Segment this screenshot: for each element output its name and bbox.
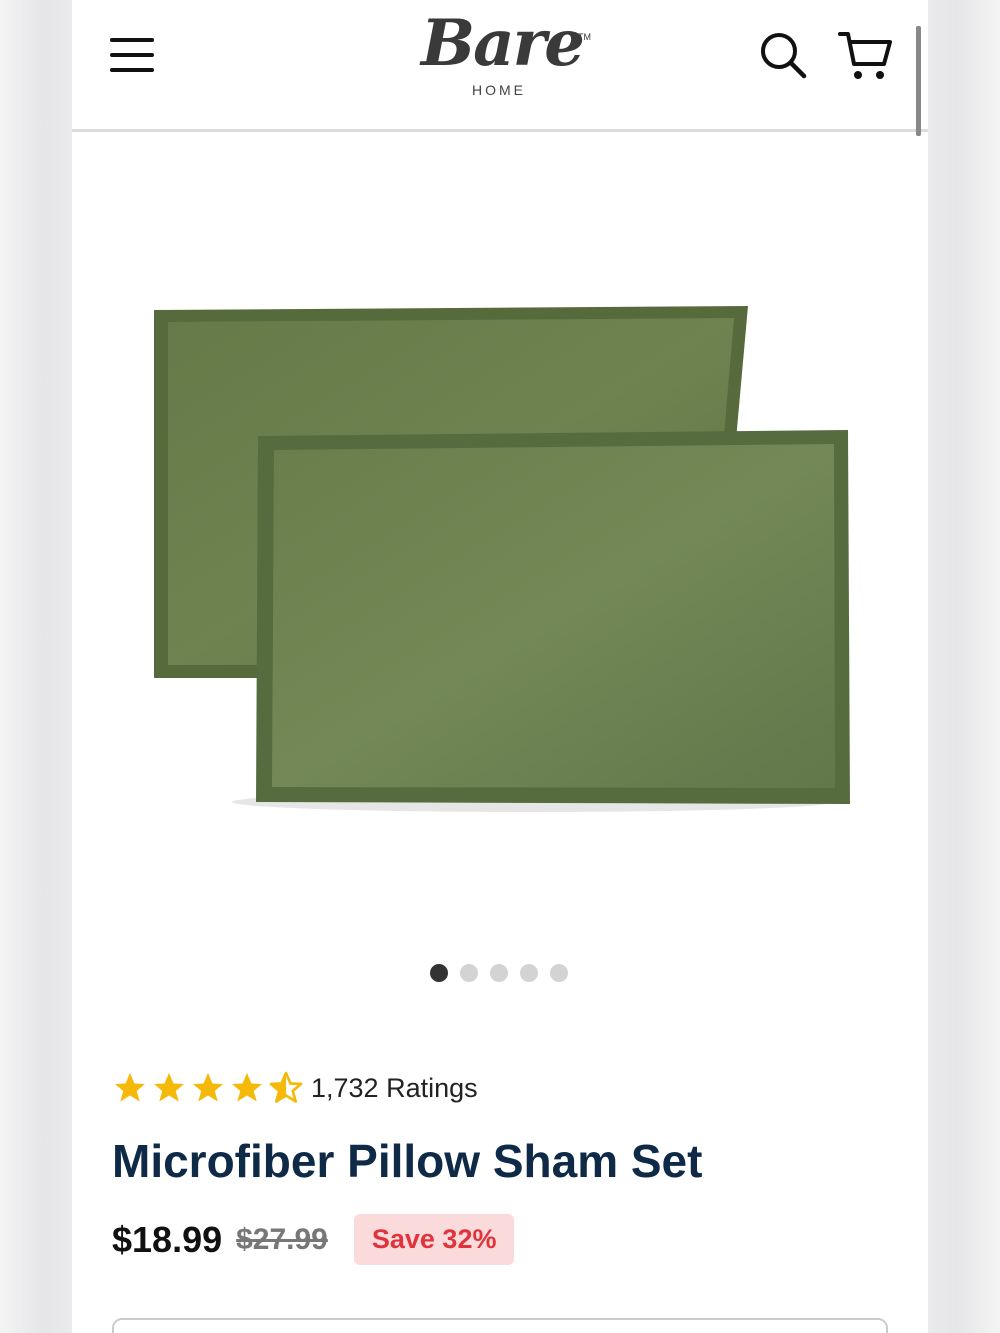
- carousel-dot[interactable]: [550, 964, 568, 982]
- star-icon: [232, 1073, 262, 1102]
- rating-count: 1,732 Ratings: [311, 1072, 478, 1103]
- carousel-dot[interactable]: [460, 964, 478, 982]
- current-price: $18.99: [112, 1218, 223, 1260]
- original-price: $27.99: [236, 1222, 328, 1256]
- brand-logo[interactable]: Bare TM HOME: [392, 6, 612, 106]
- carousel-dot[interactable]: [520, 964, 538, 982]
- star-icon: [193, 1073, 223, 1102]
- background-right: [928, 0, 1000, 1333]
- cart-icon[interactable]: [838, 28, 894, 82]
- star-icon: [115, 1073, 145, 1102]
- logo-subtitle: HOME: [472, 82, 526, 98]
- scrollbar[interactable]: [916, 26, 921, 136]
- product-page: Bare TM HOME 1,732 Ratings Microfiber Pi…: [72, 0, 928, 1333]
- save-badge: Save 32%: [353, 1214, 515, 1265]
- hamburger-menu-icon[interactable]: [110, 38, 154, 74]
- carousel-dot[interactable]: [430, 964, 448, 982]
- site-header: Bare TM HOME: [72, 0, 928, 136]
- carousel-dot[interactable]: [490, 964, 508, 982]
- background-left: [0, 0, 72, 1333]
- product-image[interactable]: [132, 290, 872, 820]
- half-star-icon: [269, 1071, 303, 1103]
- product-title: Microfiber Pillow Sham Set: [112, 1135, 703, 1187]
- star-icon: [154, 1073, 184, 1102]
- logo-wordmark: Bare: [421, 6, 585, 81]
- front-pillow: [256, 430, 850, 804]
- price-row: $18.99 $27.99 Save 32%: [112, 1214, 515, 1265]
- options-box[interactable]: [112, 1318, 888, 1333]
- search-icon[interactable]: [758, 30, 808, 80]
- carousel-dots: [430, 964, 568, 984]
- product-rating[interactable]: 1,732 Ratings: [112, 1070, 478, 1106]
- logo-trademark: TM: [578, 32, 591, 42]
